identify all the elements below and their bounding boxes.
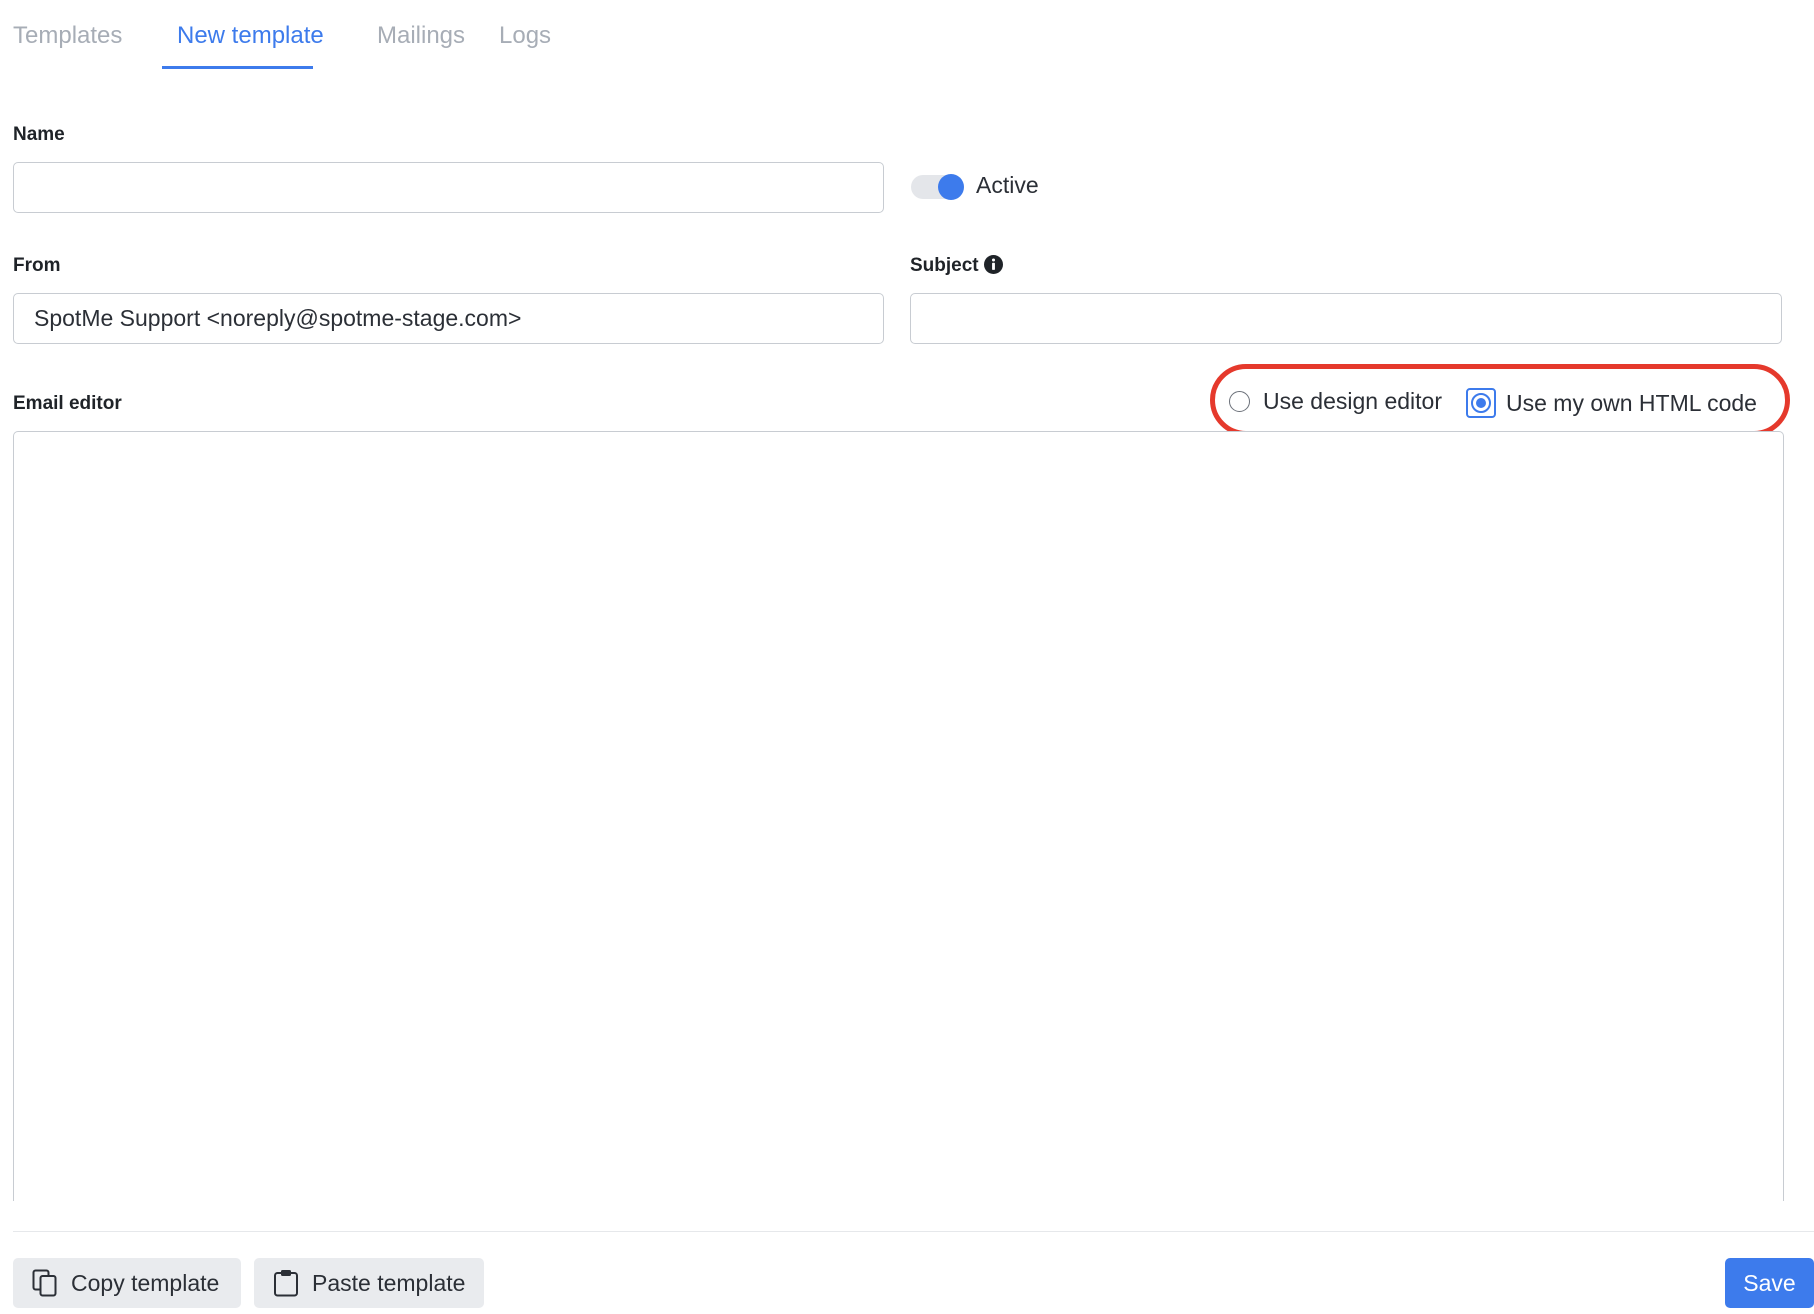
radio-focus-ring: [1466, 388, 1496, 418]
radio-use-own-html[interactable]: Use my own HTML code: [1466, 388, 1757, 418]
paste-template-label: Paste template: [312, 1269, 466, 1296]
paste-template-button[interactable]: Paste template: [254, 1258, 484, 1308]
footer-divider: [13, 1231, 1814, 1232]
radio-use-design-editor[interactable]: Use design editor: [1229, 388, 1442, 415]
name-label: Name: [13, 124, 65, 145]
subject-label: Subject: [910, 255, 979, 276]
tab-logs[interactable]: Logs: [499, 22, 551, 50]
toggle-knob: [938, 174, 964, 200]
copy-icon: [32, 1269, 57, 1297]
active-tab-indicator: [162, 66, 313, 69]
clipboard-icon: [274, 1270, 298, 1297]
name-input[interactable]: [13, 162, 884, 213]
radio-button[interactable]: [1229, 391, 1250, 412]
copy-template-label: Copy template: [71, 1269, 220, 1296]
tab-templates[interactable]: Templates: [13, 22, 122, 50]
subject-input[interactable]: [910, 293, 1782, 344]
radio-label: Use my own HTML code: [1506, 389, 1757, 416]
from-input[interactable]: SpotMe Support <noreply@spotme-stage.com…: [13, 293, 884, 344]
tab-mailings[interactable]: Mailings: [377, 22, 465, 50]
email-editor-label: Email editor: [13, 393, 122, 414]
tab-new-template[interactable]: New template: [177, 22, 324, 50]
html-code-editor[interactable]: [13, 431, 1784, 1201]
info-icon[interactable]: [984, 255, 1003, 274]
template-editor-page: Templates New template Mailings Logs Nam…: [0, 0, 1814, 1314]
radio-dot: [1476, 398, 1486, 408]
radio-label: Use design editor: [1263, 388, 1442, 414]
active-toggle-label: Active: [976, 172, 1039, 198]
active-toggle[interactable]: [911, 174, 964, 200]
radio-button-selected[interactable]: [1471, 393, 1491, 413]
save-button[interactable]: Save: [1725, 1258, 1814, 1308]
copy-template-button[interactable]: Copy template: [13, 1258, 241, 1308]
from-label: From: [13, 255, 61, 276]
